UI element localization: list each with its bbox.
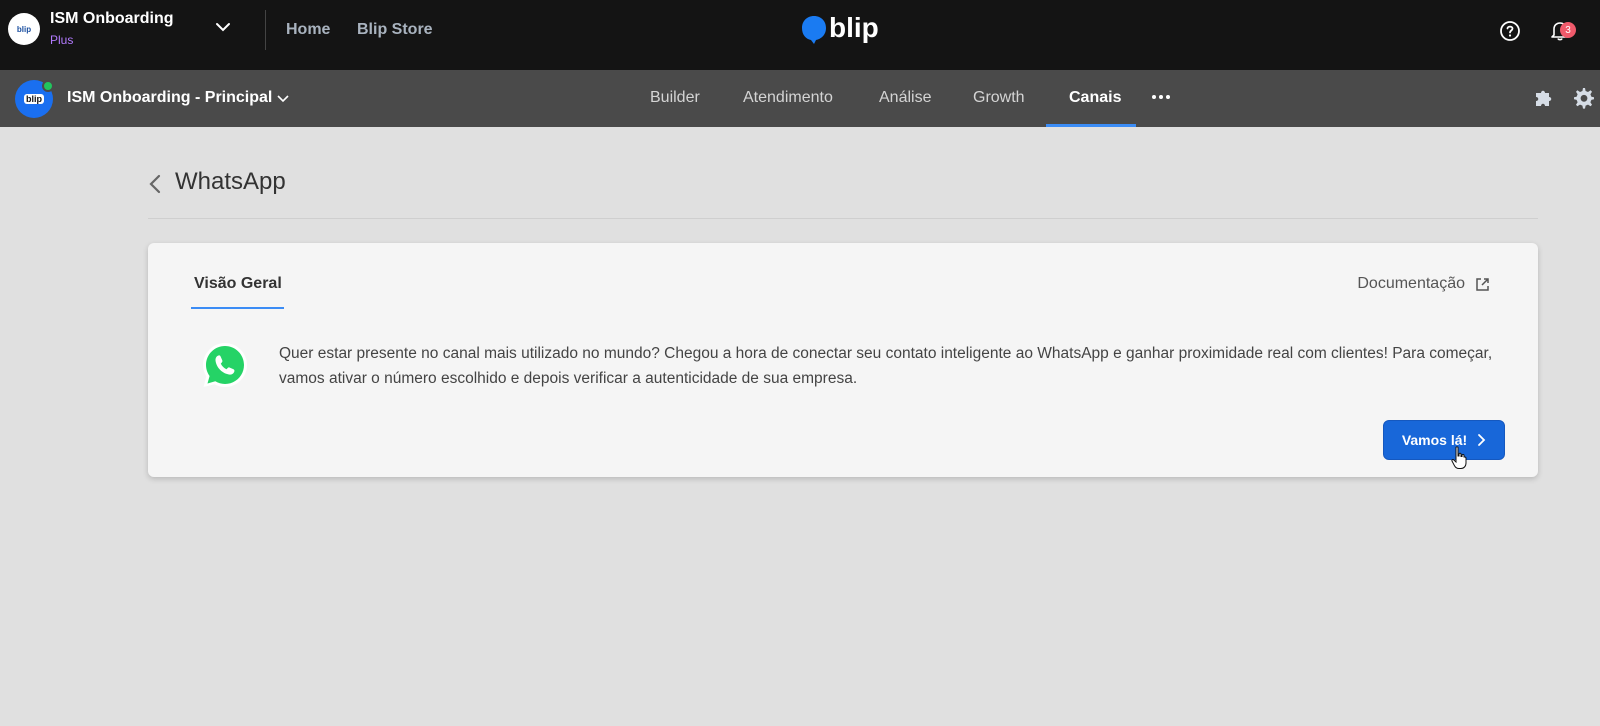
org-logo-text: blip [16,24,32,34]
org-name[interactable]: ISM Onboarding [50,10,174,28]
page-title: WhatsApp [175,168,286,195]
active-tab-indicator [191,307,284,309]
tab-atendimento[interactable]: Atendimento [743,89,833,107]
online-status-dot [42,80,54,92]
gear-icon[interactable] [1571,86,1595,110]
bot-selector[interactable]: ISM Onboarding - Principal [67,89,290,107]
puzzle-icon[interactable] [1532,86,1556,110]
external-link-icon [1476,277,1489,291]
whatsapp-icon [203,343,247,387]
blip-logo[interactable]: blip [801,12,879,47]
bot-nav-bar: blip ISM Onboarding - Principal Builder … [0,70,1600,127]
org-logo[interactable]: blip [8,13,40,45]
chevron-right-icon [1478,434,1486,446]
documentation-link[interactable]: Documentação [1357,275,1490,293]
notification-badge: 3 [1560,22,1576,38]
top-divider [265,10,266,50]
tab-analise[interactable]: Análise [879,89,931,107]
tab-visao-geral[interactable]: Visão Geral [194,275,282,293]
tab-growth[interactable]: Growth [973,89,1025,107]
blip-store-link[interactable]: Blip Store [357,21,433,39]
active-tab-indicator [1046,124,1136,127]
bot-avatar-text: blip [24,94,44,104]
start-setup-button[interactable]: Vamos lá! [1383,420,1505,460]
org-plan: Plus [50,33,74,47]
back-arrow-icon[interactable] [148,173,162,195]
help-icon[interactable] [1499,20,1521,42]
documentation-label: Documentação [1357,275,1465,292]
top-bar: blip ISM Onboarding Plus Home Blip Store… [0,0,1600,70]
chevron-down-icon [277,95,289,103]
tab-builder[interactable]: Builder [650,89,700,107]
chevron-down-icon[interactable] [214,18,232,36]
bot-name: ISM Onboarding - Principal [67,89,273,106]
channel-description: Quer estar presente no canal mais utiliz… [279,345,1493,387]
hand-cursor-icon [1451,446,1467,469]
header-divider [148,218,1538,219]
tab-canais[interactable]: Canais [1069,89,1121,107]
blip-bubble-icon [802,16,826,44]
home-link[interactable]: Home [286,21,330,39]
more-icon[interactable] [1151,92,1171,102]
blip-wordmark: blip [829,12,879,43]
channel-card: Visão Geral Documentação Quer estar pres… [148,243,1538,477]
